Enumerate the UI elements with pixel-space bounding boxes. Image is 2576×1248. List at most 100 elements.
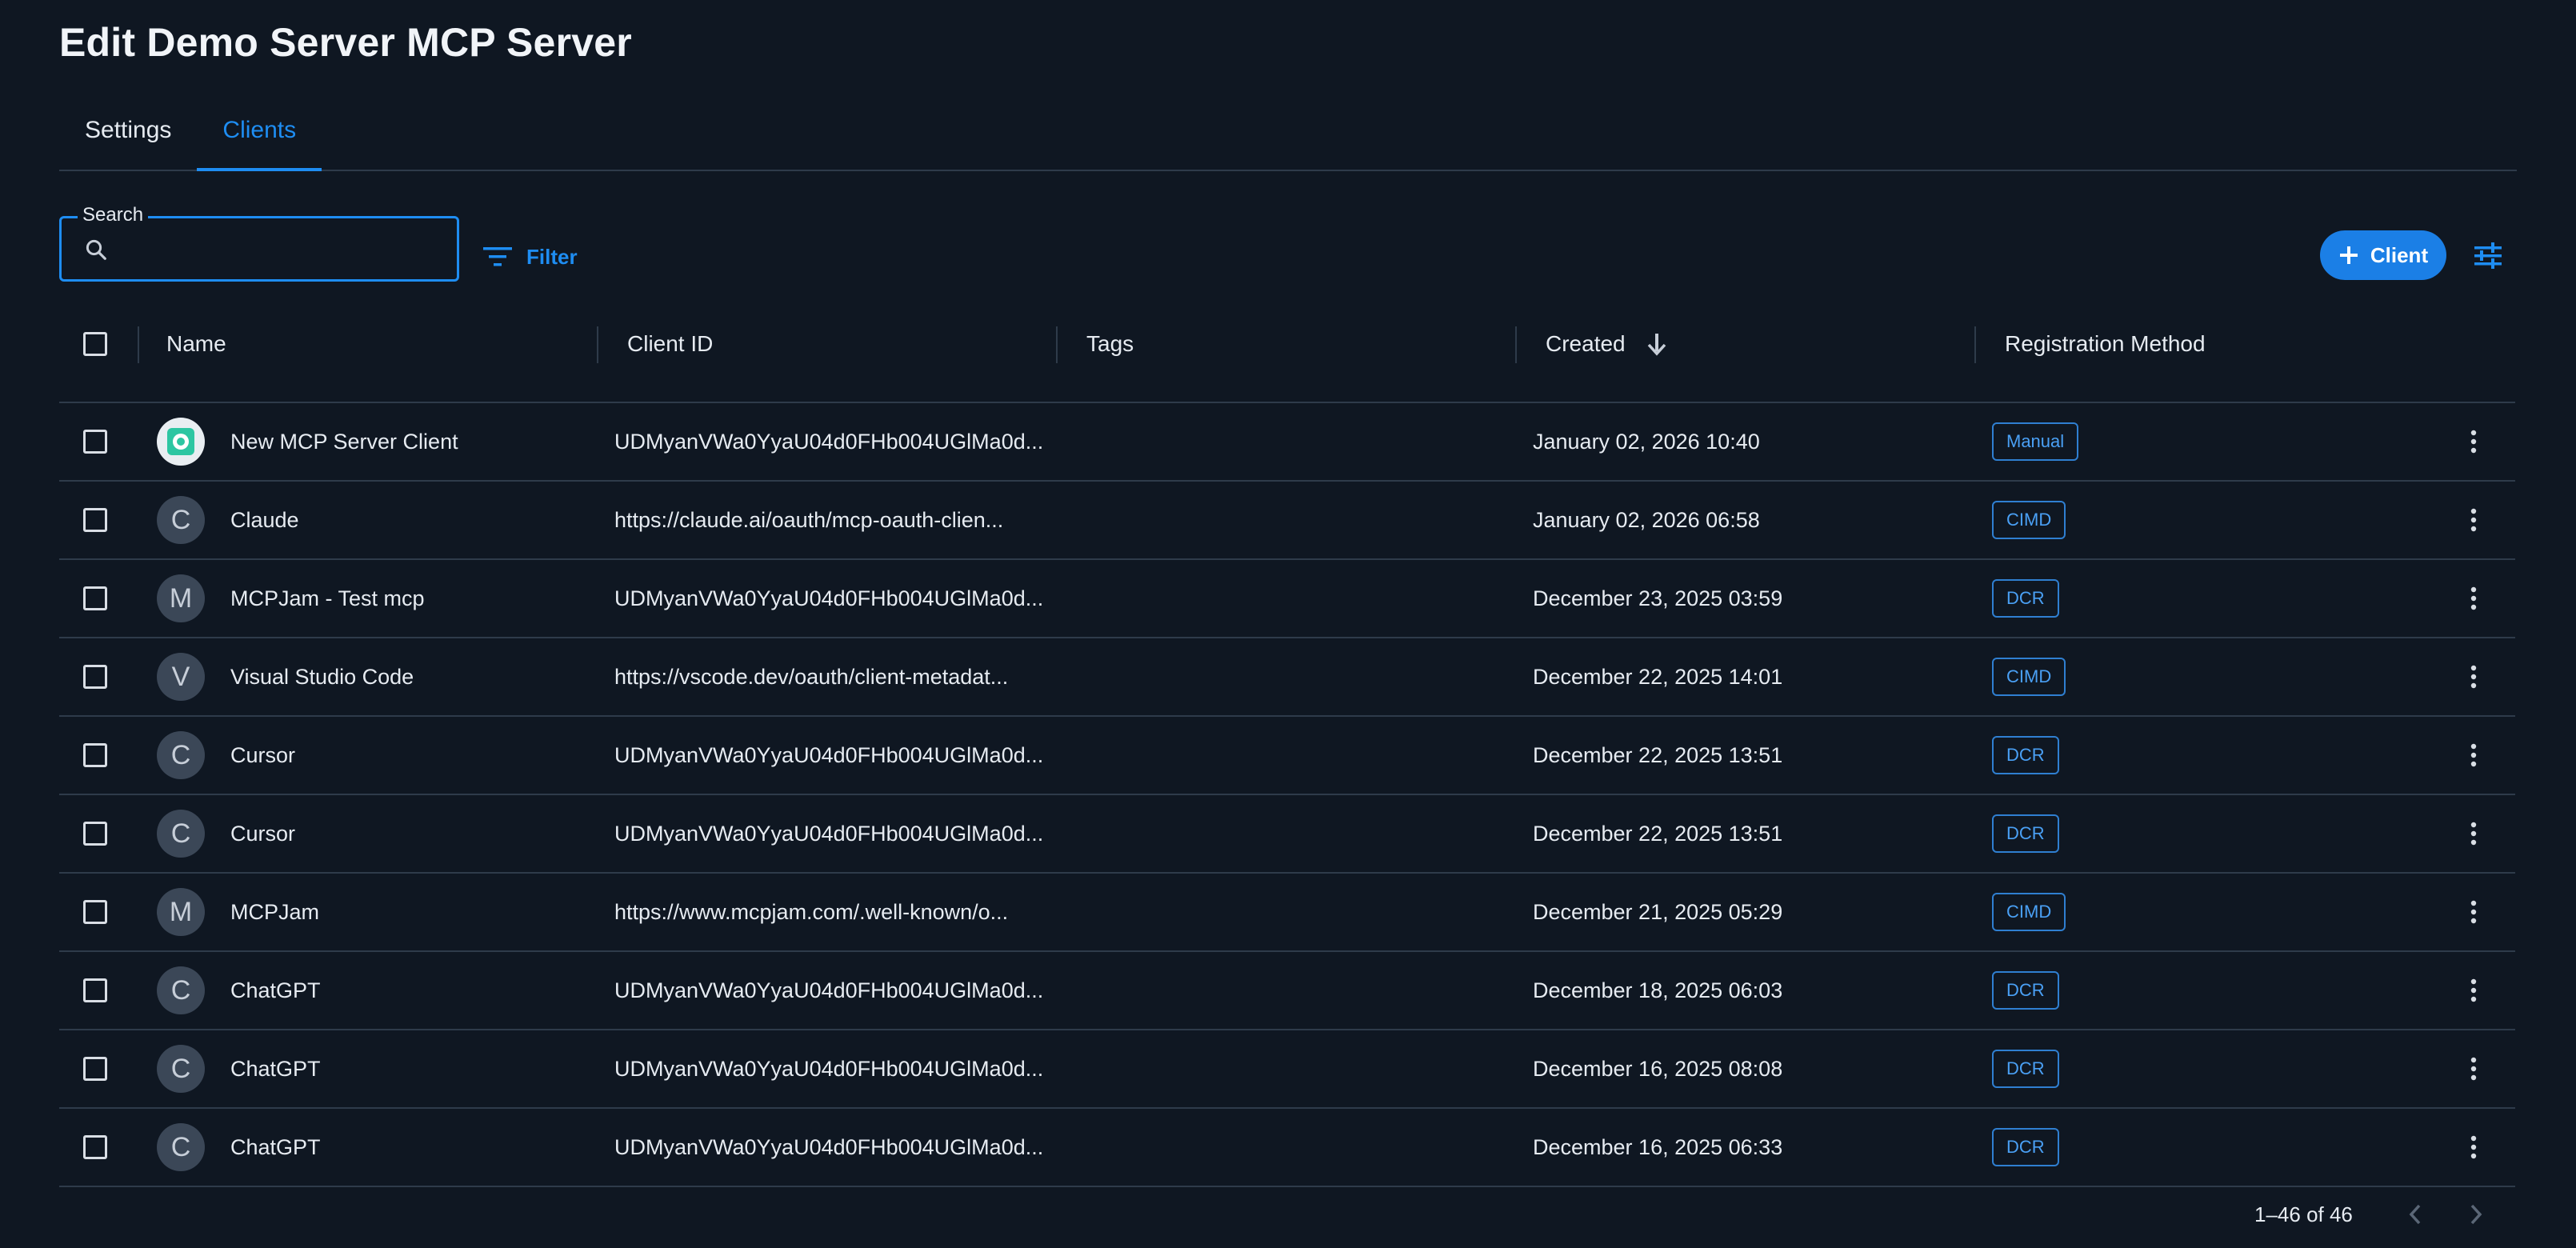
client-name-cell: C ChatGPT [157,952,321,1029]
table-row[interactable]: M MCPJam - Test mcp UDMyanVWa0YyaU04d0FHb0… [59,560,2515,638]
client-id: UDMyanVWa0YyaU04d0FHb004UGlMa0d... [614,1134,1044,1159]
table-row[interactable]: C Claude https://claude.ai/oauth/mcp-oauth… [59,482,2515,560]
client-id: UDMyanVWa0YyaU04d0FHb004UGlMa0d... [614,742,1044,767]
column-header-registration-method[interactable]: Registration Method [2005,312,2206,376]
client-name[interactable]: New MCP Server Client [230,430,458,454]
registration-method-badge: DCR [1992,971,2059,1010]
registration-method-cell: DCR [1992,952,2059,1029]
client-avatar: C [157,810,205,858]
column-header-name[interactable]: Name [166,312,226,376]
row-checkbox[interactable] [83,1135,107,1159]
row-more-button[interactable] [2458,1131,2490,1163]
row-more-button[interactable] [2458,582,2490,614]
client-name[interactable]: Cursor [230,822,295,846]
row-actions-cell [2458,560,2490,637]
row-actions-cell [2458,717,2490,794]
registration-method-cell: DCR [1992,560,2059,637]
column-separator[interactable] [1056,326,1058,363]
client-name[interactable]: Claude [230,508,299,533]
column-separator[interactable] [138,326,139,363]
tab-clients[interactable]: Clients [197,102,322,171]
column-separator[interactable] [1974,326,1976,363]
chevron-left-icon [2409,1204,2421,1225]
column-separator[interactable] [1515,326,1517,363]
table-row[interactable]: C ChatGPT UDMyanVWa0YyaU04d0FHb004UGlMa0d.… [59,1109,2515,1187]
registration-method-cell: DCR [1992,1109,2059,1186]
client-name[interactable]: ChatGPT [230,1135,321,1160]
select-all-checkbox[interactable] [83,332,107,356]
column-header-created[interactable]: Created [1546,312,1667,376]
client-logo-image [167,428,194,455]
client-name[interactable]: Cursor [230,743,295,768]
row-checkbox[interactable] [83,743,107,767]
client-created-date: December 22, 2025 13:51 [1533,742,1783,767]
client-name[interactable]: ChatGPT [230,1057,321,1082]
row-more-button[interactable] [2458,426,2490,458]
row-checkbox[interactable] [83,822,107,846]
client-avatar: M [157,888,205,936]
client-name-cell: V Visual Studio Code [157,638,414,715]
row-checkbox[interactable] [83,900,107,924]
registration-method-badge: DCR [1992,579,2059,618]
client-name[interactable]: Visual Studio Code [230,665,414,690]
registration-method-cell: CIMD [1992,638,2066,715]
search-icon [86,239,106,260]
client-name[interactable]: MCPJam [230,900,319,925]
row-checkbox[interactable] [83,978,107,1002]
row-more-button[interactable] [2458,974,2490,1006]
tab-settings[interactable]: Settings [59,102,197,170]
registration-method-badge: CIMD [1992,658,2066,696]
table-row[interactable]: C Cursor UDMyanVWa0YyaU04d0FHb004UGlMa0d..… [59,717,2515,795]
add-client-button[interactable]: Client [2320,230,2446,280]
client-name[interactable]: MCPJam - Test mcp [230,586,425,611]
row-actions-cell [2458,952,2490,1029]
table-row[interactable]: C ChatGPT UDMyanVWa0YyaU04d0FHb004UGlMa0d.… [59,952,2515,1030]
table-row[interactable]: C ChatGPT UDMyanVWa0YyaU04d0FHb004UGlMa0d.… [59,1030,2515,1109]
row-more-button[interactable] [2458,818,2490,850]
column-header-client-id[interactable]: Client ID [627,312,713,376]
column-separator[interactable] [597,326,598,363]
tab-bar: Settings Clients [59,102,2517,171]
table-row[interactable]: New MCP Server Client UDMyanVWa0YyaU04d0F… [59,403,2515,482]
tune-icon[interactable] [2472,240,2504,272]
client-id: UDMyanVWa0YyaU04d0FHb004UGlMa0d... [614,978,1044,1002]
row-more-button[interactable] [2458,1053,2490,1085]
search-input[interactable] [121,230,444,270]
row-more-button[interactable] [2458,504,2490,536]
registration-method-cell: CIMD [1992,482,2066,558]
row-checkbox[interactable] [83,586,107,610]
client-name-cell: C Cursor [157,795,295,872]
arrow-down-icon[interactable] [1646,332,1667,356]
registration-method-cell: DCR [1992,1030,2059,1107]
row-actions-cell [2458,874,2490,950]
row-more-button[interactable] [2458,661,2490,693]
client-avatar: C [157,1045,205,1093]
row-actions-cell [2458,482,2490,558]
row-more-button[interactable] [2458,739,2490,771]
row-checkbox[interactable] [83,1057,107,1081]
next-page-button[interactable] [2462,1200,2490,1229]
table-row[interactable]: M MCPJam https://www.mcpjam.com/.well-know… [59,874,2515,952]
client-name-cell: New MCP Server Client [157,403,458,480]
column-header-created-label: Created [1546,331,1626,356]
row-select-cell [83,717,107,794]
column-header-tags[interactable]: Tags [1086,312,1134,376]
app-root: Edit Demo Server MCP Server Settings Cli… [0,0,2576,1248]
row-select-cell [83,560,107,637]
client-id: UDMyanVWa0YyaU04d0FHb004UGlMa0d... [614,1056,1044,1081]
client-id: UDMyanVWa0YyaU04d0FHb004UGlMa0d... [614,429,1044,454]
row-checkbox[interactable] [83,430,107,454]
client-avatar: C [157,966,205,1014]
table-row[interactable]: C Cursor UDMyanVWa0YyaU04d0FHb004UGlMa0d..… [59,795,2515,874]
previous-page-button[interactable] [2401,1200,2430,1229]
row-checkbox[interactable] [83,665,107,689]
row-more-button[interactable] [2458,896,2490,928]
table-row[interactable]: V Visual Studio Code https://vscode.dev/oa… [59,638,2515,717]
client-name[interactable]: ChatGPT [230,978,321,1003]
filter-button[interactable]: Filter [483,237,578,277]
search-field[interactable]: Search [59,204,459,282]
row-checkbox[interactable] [83,508,107,532]
client-id: UDMyanVWa0YyaU04d0FHb004UGlMa0d... [614,586,1044,610]
client-created-date: December 22, 2025 13:51 [1533,821,1783,846]
row-select-cell [83,952,107,1029]
